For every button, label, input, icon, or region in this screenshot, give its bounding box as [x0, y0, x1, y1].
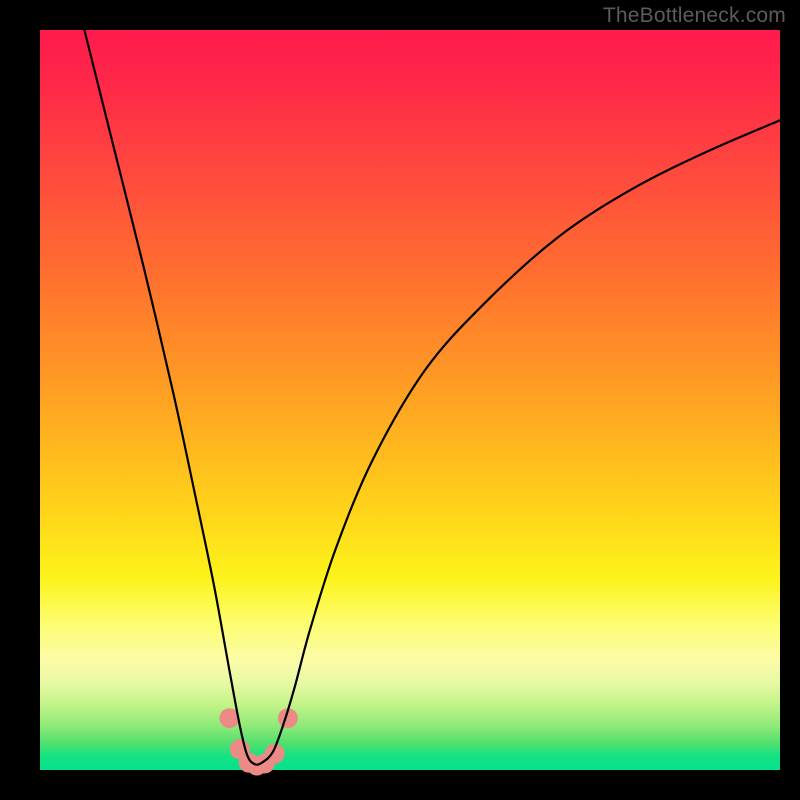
chart-svg	[40, 30, 780, 770]
chart-plot-area	[40, 30, 780, 770]
watermark-text: TheBottleneck.com	[603, 4, 786, 28]
chart-frame: TheBottleneck.com	[0, 0, 800, 800]
bottleneck-curve	[84, 30, 780, 765]
